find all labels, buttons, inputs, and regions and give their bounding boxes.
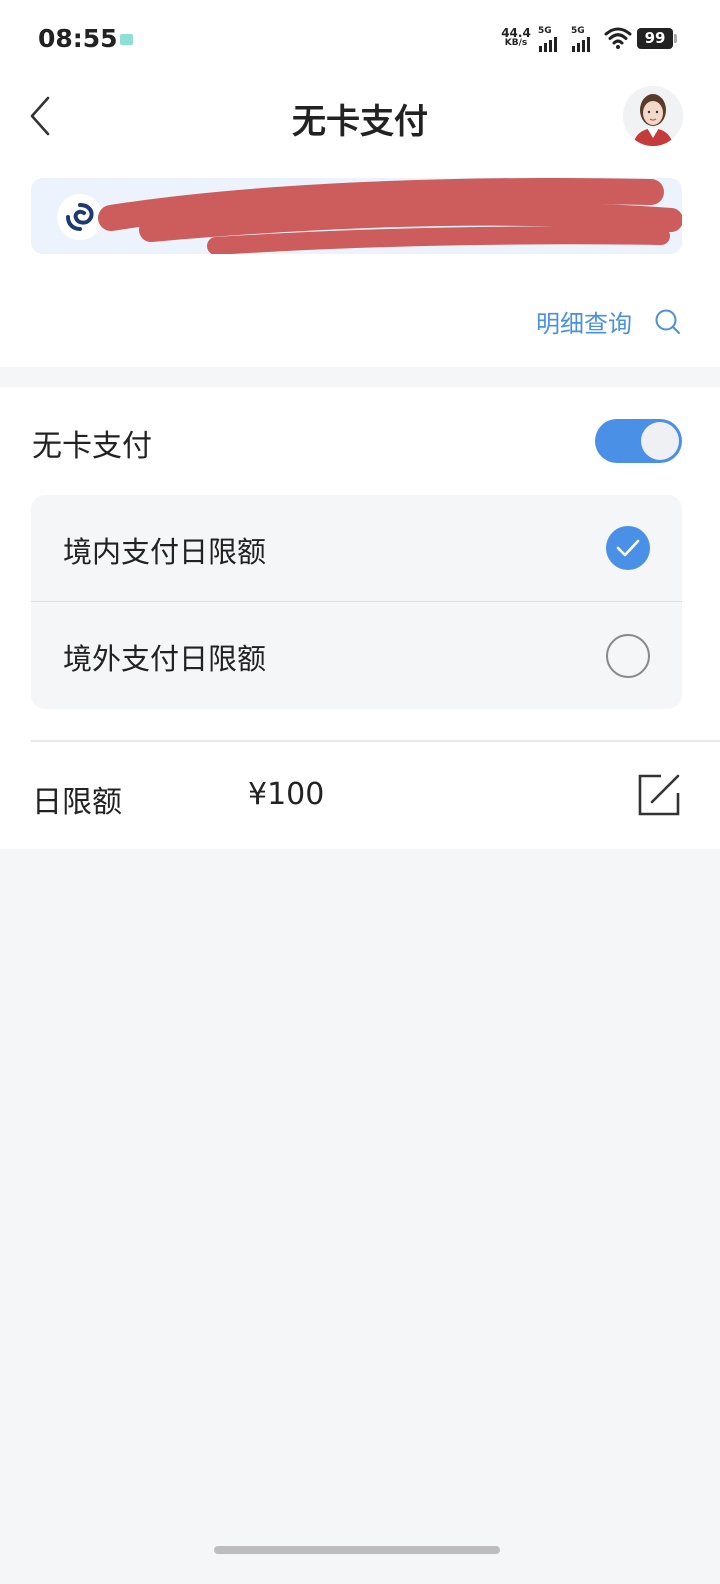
limit-type-panel: 境内支付日限额 境外支付日限额 [31, 495, 682, 709]
radio-unselected-icon[interactable] [606, 634, 650, 678]
cardless-payment-settings: 无卡支付 境内支付日限额 境外支付日限额 日限额 ¥100 [0, 387, 720, 849]
account-card[interactable] [31, 178, 682, 254]
assistant-avatar[interactable] [623, 86, 683, 146]
edit-icon[interactable] [636, 772, 682, 818]
detail-query-link[interactable]: 明细查询 [536, 304, 682, 339]
option-label: 境内支付日限额 [63, 535, 267, 569]
sim2-label: 5G [571, 26, 585, 36]
wifi-icon [604, 27, 632, 49]
toggle-knob [641, 422, 679, 460]
notification-icon [120, 34, 133, 45]
cardless-payment-toggle[interactable] [595, 419, 682, 463]
signal-icon-sim1: 5G [538, 26, 566, 52]
search-icon [655, 309, 680, 334]
avatar-image [623, 86, 683, 146]
daily-limit-value: ¥100 [248, 777, 325, 812]
check-selected-icon[interactable] [606, 526, 650, 570]
option-label: 境外支付日限额 [63, 642, 267, 676]
network-speed-unit: KB/s [504, 38, 528, 48]
page-title: 无卡支付 [292, 102, 428, 142]
sim1-label: 5G [538, 26, 552, 36]
account-section: 明细查询 [0, 170, 720, 367]
home-indicator[interactable] [214, 1546, 500, 1554]
option-domestic-limit[interactable]: 境内支付日限额 [31, 495, 682, 602]
section-divider [31, 740, 720, 742]
bank-logo-icon [57, 194, 103, 240]
network-speed: 44.4 KB/s [500, 27, 532, 48]
redaction-scribble [98, 178, 682, 254]
signal-icon-sim2: 5G [571, 26, 599, 52]
app-header: 无卡支付 [0, 80, 720, 170]
battery-indicator: 99 [637, 28, 677, 49]
status-bar: 08:55 44.4 KB/s 5G 5G 99 [0, 0, 720, 80]
detail-query-label: 明细查询 [536, 310, 632, 338]
status-time: 08:55 [38, 24, 118, 53]
cardless-payment-label: 无卡支付 [32, 429, 152, 464]
daily-limit-label: 日限额 [32, 785, 122, 820]
option-overseas-limit[interactable]: 境外支付日限额 [31, 602, 682, 709]
